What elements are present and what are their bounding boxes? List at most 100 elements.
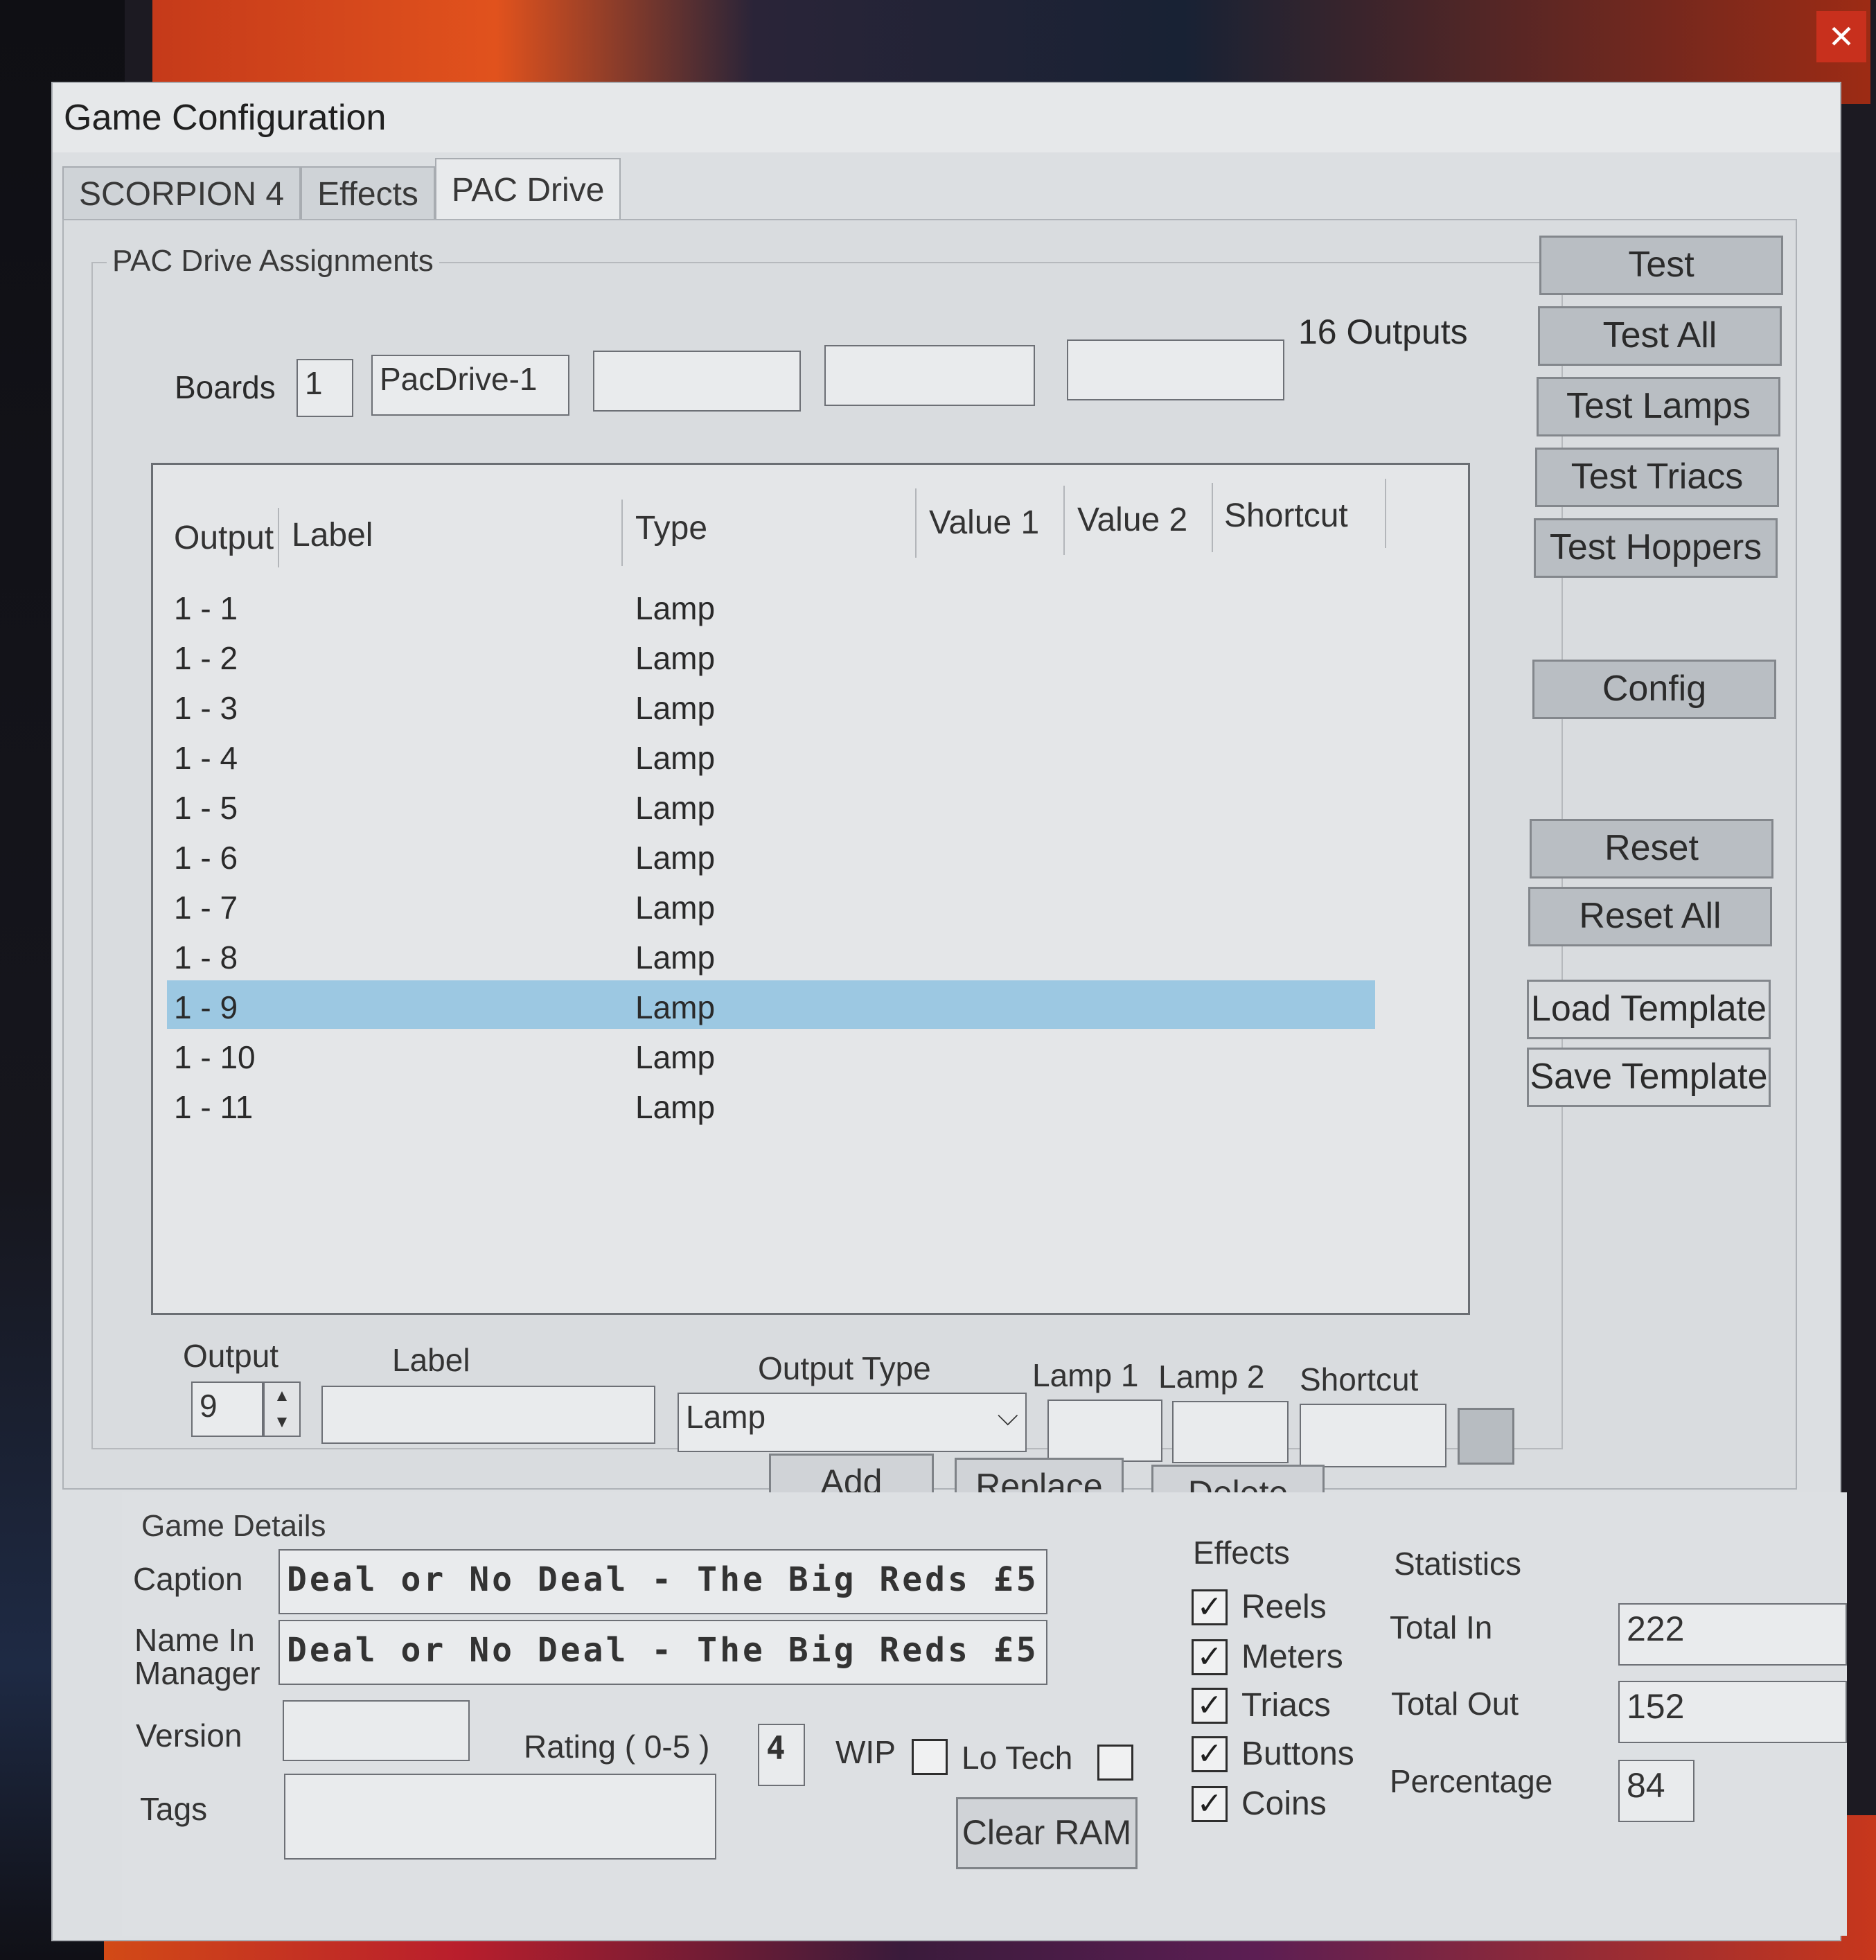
lamp2-input[interactable] [1172,1401,1289,1463]
triacs-label: Triacs [1241,1687,1331,1724]
stepper-up-icon[interactable]: ▲ [265,1383,299,1409]
reels-checkbox[interactable]: ✓ [1192,1589,1228,1625]
edit-output-label: Output [183,1338,279,1374]
pac-output-list[interactable]: Output Label Type Value 1 Value 2 Shortc… [151,463,1470,1315]
total-out-field[interactable]: 152 [1618,1681,1847,1743]
table-row[interactable]: 1 - 6 Lamp [167,831,1375,879]
column-label[interactable]: Label [292,516,373,554]
rating-field[interactable]: 4 [758,1724,805,1786]
effects-label: Effects [1193,1535,1290,1571]
rating-label: Rating ( 0-5 ) [524,1729,710,1765]
game-configuration-dialog: Game Configuration SCORPION 4 Effects PA… [51,82,1847,1941]
tab-effects[interactable]: Effects [301,166,435,222]
test-lamps-button[interactable]: Test Lamps [1537,377,1780,436]
clear-ram-button[interactable]: Clear RAM [956,1797,1138,1869]
cell-output: 1 - 6 [174,840,238,876]
table-row[interactable]: 1 - 3 Lamp [167,681,1375,730]
percentage-field[interactable]: 84 [1618,1760,1694,1822]
column-shortcut[interactable]: Shortcut [1224,497,1348,535]
chevron-down-icon[interactable]: ⌵ [998,1401,1018,1432]
table-row[interactable]: 1 - 2 Lamp [167,631,1375,680]
table-row[interactable]: 1 - 8 Lamp [167,930,1375,979]
cell-type: Lamp [635,640,716,676]
close-icon[interactable]: ✕ [1816,11,1866,62]
buttons-label: Buttons [1241,1736,1354,1772]
shortcut-input[interactable] [1300,1404,1446,1467]
lo-tech-checkbox[interactable] [1097,1745,1133,1781]
label-input[interactable] [321,1386,655,1444]
output-number-field[interactable]: 9 [191,1381,263,1437]
board-field-2[interactable] [593,351,801,412]
edit-shortcut-label: Shortcut [1300,1361,1419,1397]
column-value-2[interactable]: Value 2 [1077,501,1187,539]
title-bar: Game Configuration [53,83,1840,152]
name-in-manager-label-1: Name In [134,1622,255,1658]
reset-button[interactable]: Reset [1530,819,1773,879]
version-input[interactable] [283,1700,470,1761]
output-stepper[interactable]: ▲ ▼ [263,1381,301,1437]
window-title: Game Configuration [64,98,387,138]
column-divider[interactable] [278,508,279,567]
test-hoppers-button[interactable]: Test Hoppers [1534,518,1778,578]
reset-all-button[interactable]: Reset All [1528,887,1772,946]
cell-output: 1 - 2 [174,640,238,676]
table-row-selected[interactable]: 1 - 9 Lamp [167,980,1375,1029]
boards-label: Boards [175,369,276,405]
caption-field[interactable]: Deal or No Deal - The Big Reds £5 [278,1549,1047,1614]
column-value-1[interactable]: Value 1 [929,504,1039,542]
save-template-button[interactable]: Save Template [1527,1048,1771,1107]
lo-tech-label: Lo Tech [962,1740,1073,1776]
coins-checkbox[interactable]: ✓ [1192,1786,1228,1822]
column-divider[interactable] [621,500,623,566]
config-button[interactable]: Config [1532,660,1776,719]
tab-scorpion-4[interactable]: SCORPION 4 [62,166,301,222]
table-row[interactable]: 1 - 5 Lamp [167,781,1375,829]
test-triacs-button[interactable]: Test Triacs [1535,448,1779,507]
test-all-button[interactable]: Test All [1538,306,1782,366]
test-button[interactable]: Test [1539,236,1783,295]
output-type-select[interactable]: Lamp ⌵ [678,1393,1027,1452]
total-in-label: Total In [1390,1609,1493,1645]
tab-pac-drive[interactable]: PAC Drive [434,158,621,222]
cell-type: Lamp [635,1089,716,1125]
triacs-checkbox[interactable]: ✓ [1192,1688,1228,1724]
group-label-pac: PAC Drive Assignments [107,244,439,279]
list-header: Output Label Type Value 1 Value 2 Shortc… [153,465,1468,567]
percentage-label: Percentage [1390,1763,1553,1799]
meters-checkbox[interactable]: ✓ [1192,1639,1228,1675]
board-field-3[interactable] [824,345,1035,406]
stepper-down-icon[interactable]: ▼ [265,1409,299,1436]
tags-input[interactable] [284,1774,716,1860]
game-details-label: Game Details [136,1509,332,1544]
board-field-1[interactable]: PacDrive-1 [371,355,569,416]
edit-label-label: Label [392,1342,470,1378]
column-type[interactable]: Type [635,509,707,547]
column-output[interactable]: Output [174,519,274,557]
table-row[interactable]: 1 - 4 Lamp [167,731,1375,779]
shortcut-picker-button[interactable] [1458,1408,1514,1465]
cell-output: 1 - 4 [174,740,238,776]
table-row[interactable]: 1 - 1 Lamp [167,581,1375,630]
column-divider[interactable] [915,488,917,558]
total-in-field[interactable]: 222 [1618,1603,1847,1666]
table-row[interactable]: 1 - 11 Lamp [167,1080,1375,1129]
cell-output: 1 - 11 [174,1089,254,1125]
column-divider[interactable] [1063,486,1065,555]
edit-lamp1-label: Lamp 1 [1032,1357,1139,1393]
lamp1-input[interactable] [1047,1400,1162,1462]
cell-type: Lamp [635,1039,716,1075]
table-row[interactable]: 1 - 7 Lamp [167,881,1375,929]
wip-checkbox[interactable] [912,1739,948,1775]
board-field-4[interactable] [1067,339,1284,400]
load-template-button[interactable]: Load Template [1527,980,1771,1039]
cell-output: 1 - 9 [174,989,238,1025]
buttons-checkbox[interactable]: ✓ [1192,1736,1228,1772]
cell-type: Lamp [635,840,716,876]
version-label: Version [136,1718,242,1754]
column-divider[interactable] [1212,483,1213,552]
boards-count-field[interactable]: 1 [297,359,353,417]
tags-label: Tags [140,1791,208,1827]
name-in-manager-field[interactable]: Deal or No Deal - The Big Reds £5 [278,1620,1047,1685]
column-divider[interactable] [1385,479,1386,548]
table-row[interactable]: 1 - 10 Lamp [167,1030,1375,1079]
